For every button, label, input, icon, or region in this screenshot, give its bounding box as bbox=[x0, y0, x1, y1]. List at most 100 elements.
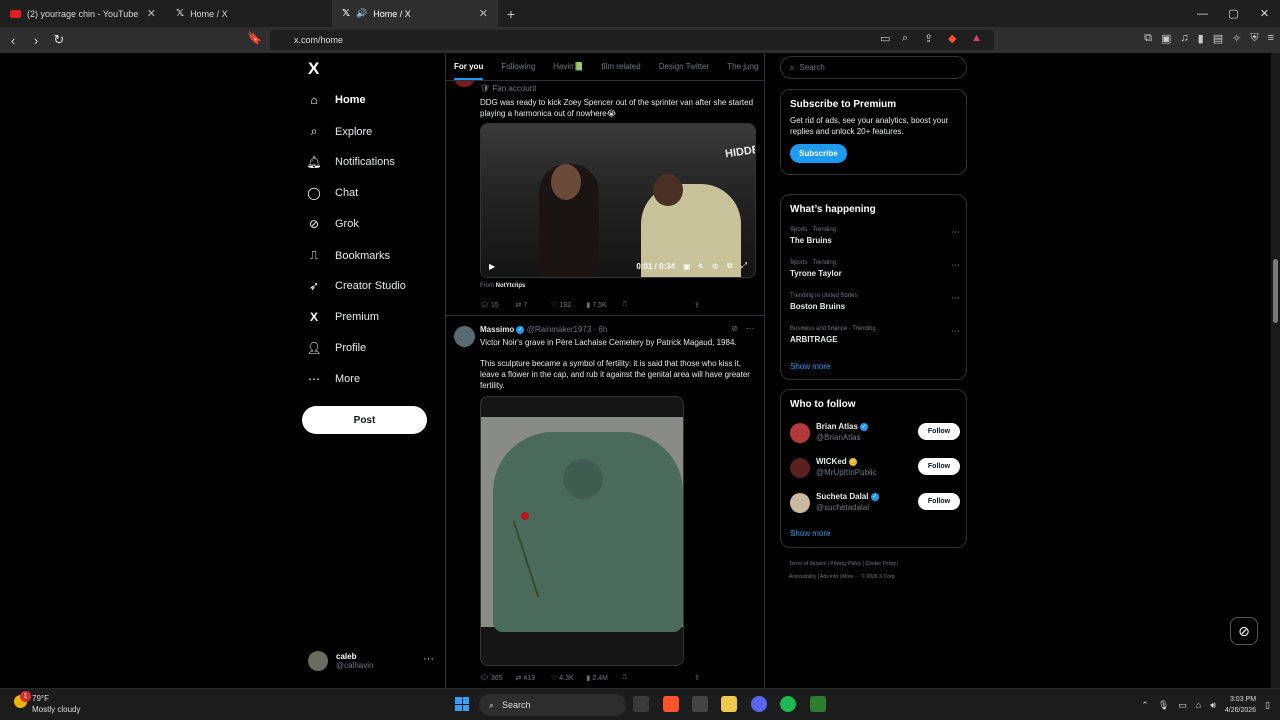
close-tab-icon[interactable]: ✕ bbox=[147, 7, 156, 20]
file-explorer-icon[interactable] bbox=[721, 696, 737, 712]
leo-ai-icon[interactable]: ✧ bbox=[1232, 32, 1241, 45]
wallet-icon[interactable]: ▤ bbox=[1213, 32, 1223, 45]
reload-button[interactable]: ↻ bbox=[49, 32, 69, 48]
account-more-icon[interactable]: ··· bbox=[423, 653, 434, 665]
volume-icon[interactable]: 🔊︎ bbox=[1210, 700, 1216, 711]
restore-button[interactable]: ▢ bbox=[1218, 0, 1249, 27]
trend-more-icon[interactable]: ⋯ bbox=[951, 227, 960, 238]
subscribe-button[interactable]: Subscribe bbox=[790, 144, 847, 163]
author-handle[interactable]: @Rainmaker1973 · 6h bbox=[527, 325, 608, 334]
reply-button[interactable]: 💬︎ 365 bbox=[480, 674, 516, 682]
share-icon[interactable]: ⇪ bbox=[694, 674, 756, 682]
tweet-image[interactable] bbox=[480, 396, 684, 666]
back-button[interactable]: ‹ bbox=[3, 33, 23, 48]
tweet[interactable]: Massimo ✓ @Rainmaker1973 · 6h ⊘ ⋯ Victor… bbox=[446, 315, 764, 688]
brave-app-icon[interactable] bbox=[663, 696, 679, 712]
nav-chat[interactable]: ◯ Chat bbox=[306, 186, 358, 200]
app-icon[interactable] bbox=[810, 696, 826, 712]
minimize-button[interactable]: — bbox=[1187, 0, 1218, 27]
bookmark-icon[interactable]: ⎍ bbox=[622, 674, 684, 682]
views-button[interactable]: ▮ 2.4M bbox=[587, 674, 623, 682]
share-icon[interactable]: ⇪ bbox=[694, 301, 756, 309]
trend-item[interactable]: Trending in United States Boston Bruins … bbox=[790, 293, 960, 311]
close-tab-icon[interactable]: ✕ bbox=[479, 7, 488, 20]
tweet-more-icon[interactable]: ⋯ bbox=[746, 324, 754, 333]
scrollbar[interactable] bbox=[1271, 53, 1280, 688]
brave-rewards-icon[interactable]: ▲ bbox=[971, 32, 982, 44]
nav-home[interactable]: ⌂ Home bbox=[306, 93, 365, 107]
chevron-up-icon[interactable]: ⌃ bbox=[1141, 700, 1149, 711]
settings-icon[interactable]: ⚙ bbox=[712, 262, 719, 271]
views-button[interactable]: ▮ 7.5K bbox=[587, 301, 623, 309]
brave-shield-icon[interactable]: ◆ bbox=[948, 32, 956, 45]
follow-suggestion[interactable]: Brian Atlas ✓ @BrianAtlas Follow bbox=[790, 421, 960, 451]
show-more-link[interactable]: Show more bbox=[790, 529, 830, 538]
repost-button[interactable]: ⇄ 413 bbox=[516, 674, 552, 682]
bookmark-icon[interactable]: ⎍ bbox=[622, 301, 684, 309]
tab-search-icon[interactable]: ▣ bbox=[1161, 32, 1171, 45]
nav-notifications[interactable]: 🔔︎ Notifications bbox=[306, 155, 395, 169]
menu-icon[interactable]: ≡ bbox=[1268, 32, 1274, 45]
spotify-icon[interactable] bbox=[780, 696, 796, 712]
extensions-icon[interactable]: ⧉ bbox=[1144, 32, 1152, 45]
follow-suggestion[interactable]: Sucheta Dalal ✓ @suchetadalal Follow bbox=[790, 491, 960, 521]
discord-icon[interactable] bbox=[751, 696, 767, 712]
author-name[interactable]: Massimo bbox=[480, 325, 514, 334]
task-view-icon[interactable] bbox=[633, 696, 649, 712]
speaker-icon[interactable]: 🔊 bbox=[356, 8, 367, 19]
trend-more-icon[interactable]: ⋯ bbox=[951, 293, 960, 304]
weather-widget[interactable]: 1 79°F Mostly cloudy bbox=[14, 691, 80, 715]
taskbar-search[interactable]: ⌕ Search bbox=[479, 694, 626, 716]
grok-icon[interactable]: ⊘ bbox=[731, 324, 738, 333]
follow-button[interactable]: Follow bbox=[918, 423, 960, 440]
play-icon[interactable]: ▶ bbox=[489, 262, 495, 271]
post-button[interactable]: Post bbox=[302, 406, 427, 434]
grok-float-button[interactable]: ⊘ bbox=[1230, 617, 1258, 645]
trend-more-icon[interactable]: ⋯ bbox=[951, 326, 960, 337]
vpn-icon[interactable]: ⛨ bbox=[1250, 32, 1258, 45]
bookmark-page-icon[interactable]: 🔖 bbox=[247, 31, 262, 45]
nav-creator-studio[interactable]: ➶ Creator Studio bbox=[306, 279, 406, 293]
tab-following[interactable]: Following bbox=[501, 62, 535, 71]
account-switcher[interactable]: caleb @calhavin ··· bbox=[308, 651, 438, 671]
footer-line[interactable]: Terms of Service | Privacy Policy | Cook… bbox=[789, 558, 969, 571]
pip-icon[interactable]: ⧉ bbox=[727, 261, 733, 271]
like-button[interactable]: ♡ 4.3K bbox=[551, 674, 587, 682]
sidebar-icon[interactable]: ▮ bbox=[1198, 32, 1204, 45]
follow-button[interactable]: Follow bbox=[918, 493, 960, 510]
clock[interactable]: 3:03 PM 4/26/2026 bbox=[1225, 694, 1256, 716]
mute-icon[interactable]: 🔇︎ bbox=[699, 261, 704, 271]
show-more-link[interactable]: Show more bbox=[790, 362, 830, 371]
network-icon[interactable]: ⌂ bbox=[1196, 700, 1201, 710]
tab-x-home-active[interactable]: 𝕏 🔊 Home / X ✕ bbox=[332, 0, 498, 27]
fullscreen-icon[interactable]: ⤢ bbox=[741, 261, 747, 271]
trend-more-icon[interactable]: ⋯ bbox=[951, 260, 960, 271]
like-button[interactable]: ♡ 192 bbox=[551, 301, 587, 309]
captions-icon[interactable]: ▣ bbox=[683, 262, 691, 271]
cast-icon[interactable]: ▭ bbox=[880, 32, 890, 45]
nav-bookmarks[interactable]: ⎍ Bookmarks bbox=[306, 248, 390, 263]
scrollbar-thumb[interactable] bbox=[1273, 259, 1278, 323]
new-tab-button[interactable]: + bbox=[498, 6, 524, 22]
tab-film-related[interactable]: film related bbox=[602, 62, 641, 71]
reply-button[interactable]: 💬︎ 15 bbox=[480, 301, 516, 309]
notifications-icon[interactable]: ▯ bbox=[1265, 700, 1270, 711]
follow-button[interactable]: Follow bbox=[918, 458, 960, 475]
zoom-icon[interactable]: ⌕ bbox=[902, 32, 908, 45]
tab-the-jung[interactable]: The jung bbox=[727, 62, 758, 71]
close-window-button[interactable]: ✕ bbox=[1249, 0, 1280, 27]
nav-explore[interactable]: ⌕ Explore bbox=[306, 124, 373, 139]
display-icon[interactable]: ▭ bbox=[1178, 700, 1187, 711]
tab-youtube[interactable]: (2) yourrage chin - YouTube ✕ bbox=[0, 0, 166, 27]
tab-for-you[interactable]: For you bbox=[454, 62, 484, 80]
search-input[interactable]: ⌕ Search bbox=[780, 56, 967, 79]
start-button[interactable] bbox=[455, 697, 469, 711]
mic-icon[interactable]: 🎙︎ bbox=[1158, 700, 1169, 711]
trend-item[interactable]: Business and finance · Trending ARBITRAG… bbox=[790, 326, 960, 344]
nav-profile[interactable]: 👤︎ Profile bbox=[306, 341, 366, 355]
nav-more[interactable]: ⋯ More bbox=[306, 372, 360, 386]
tab-design-twitter[interactable]: Design Twitter bbox=[659, 62, 710, 71]
trend-item[interactable]: Sports · Trending Tyrone Taylor ⋯ bbox=[790, 260, 960, 278]
tab-havin[interactable]: Havin📗 bbox=[553, 62, 583, 71]
source-link[interactable]: NotYtclips bbox=[496, 283, 526, 289]
